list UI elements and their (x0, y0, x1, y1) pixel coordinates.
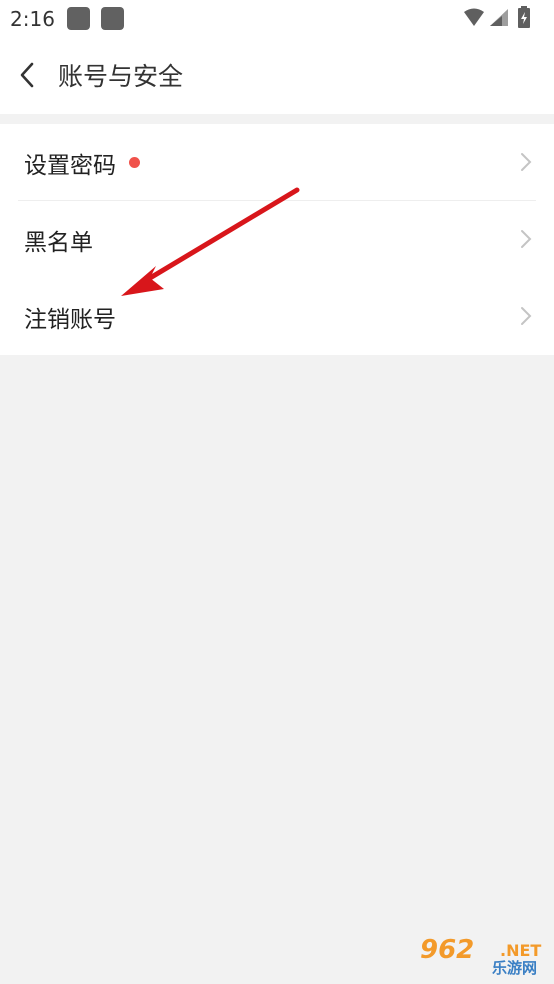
settings-item-blacklist[interactable]: 黑名单 (0, 201, 554, 278)
chevron-right-icon (521, 230, 532, 248)
settings-list: 设置密码 黑名单 注销账号 (0, 124, 554, 355)
chevron-right-icon (521, 153, 532, 171)
page-title: 账号与安全 (58, 62, 184, 91)
watermark-sub: 乐游网 (492, 959, 538, 977)
settings-item-label: 注销账号 (24, 307, 116, 333)
status-bar: 2:16 (0, 0, 554, 38)
status-icons (464, 6, 530, 28)
chevron-right-icon (521, 307, 532, 325)
settings-item-label: 黑名单 (24, 230, 93, 256)
notification-square-icon (101, 7, 124, 30)
settings-item-set-password[interactable]: 设置密码 (0, 124, 554, 201)
chevron-left-icon[interactable] (14, 60, 42, 90)
status-time: 2:16 (10, 7, 55, 31)
app-header: 账号与安全 (0, 38, 554, 114)
red-dot-badge (129, 157, 140, 168)
notification-square-icon (67, 7, 90, 30)
settings-item-label: 设置密码 (24, 153, 116, 179)
wifi-icon (464, 8, 484, 26)
watermark-number: 962 (420, 935, 475, 965)
settings-item-delete-account[interactable]: 注销账号 (0, 278, 554, 355)
watermark-logo: 962 .NET 乐游网 (414, 933, 548, 979)
